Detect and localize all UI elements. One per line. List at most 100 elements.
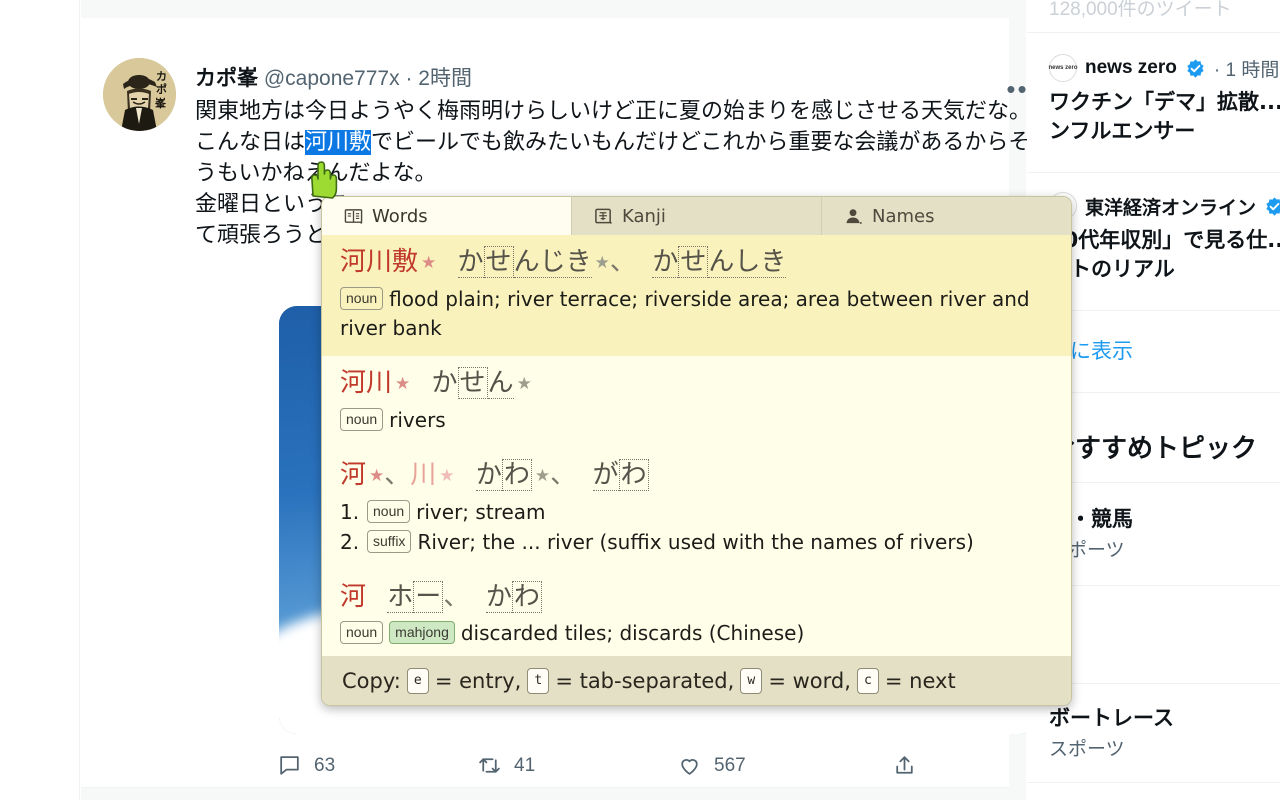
copy-key-t[interactable]: t: [527, 667, 550, 694]
sense-text: River; the ... river (suffix used with t…: [417, 530, 974, 554]
dictionary-entry[interactable]: 河川敷 ★ かせんじき ★、 かせんしき noun flood plain; rive…: [322, 235, 1071, 356]
copy-key-w[interactable]: w: [740, 667, 763, 694]
tweet-timestamp[interactable]: 2時間: [418, 67, 472, 90]
part-of-speech-tag: noun: [340, 621, 384, 644]
news-source-name: news zero: [1085, 57, 1177, 78]
topic-category: スポーツ: [1049, 738, 1125, 760]
news-item[interactable]: TK 東洋経済オンライン 30代年収別」で見る仕... ートのリアル: [1049, 192, 1280, 284]
left-nav-gutter: [0, 0, 80, 800]
like-count: 567: [714, 754, 746, 776]
copy-key-e[interactable]: e: [406, 667, 429, 694]
dictionary-entry[interactable]: 河 ★、川 ★ かわ ★、 がわ 1. noun river; stream 2. su…: [322, 448, 1071, 570]
entry-reading: かせん ★: [431, 367, 532, 399]
frequency-star-icon: ★: [369, 466, 385, 486]
topic-item[interactable]: 術・競馬 スポーツ: [1049, 503, 1280, 562]
person-icon: [846, 208, 862, 224]
reply-action[interactable]: 63: [277, 753, 335, 778]
topic-item[interactable]: ボートレース スポーツ: [1049, 702, 1280, 761]
entry-sense: 1. noun river; stream: [340, 497, 1053, 527]
reply-icon: [280, 756, 299, 775]
tab-kanji[interactable]: Kanji: [572, 197, 822, 235]
entry-definition: flood plain; river terrace; riverside ar…: [340, 287, 1030, 340]
copy-desc-entry: = entry,: [434, 668, 522, 693]
frequency-star-icon: ★: [439, 466, 455, 486]
copy-desc-next: = next: [884, 668, 956, 693]
frequency-star-icon: ★: [534, 466, 551, 486]
entry-headline: 河 ホー、 かわ: [340, 580, 1053, 614]
topic-category: スポーツ: [1049, 539, 1125, 561]
entry-definition-block: noun flood plain; river terrace; riversid…: [340, 285, 1053, 343]
dictionary-entry-list: 河川敷 ★ かせんじき ★、 かせんしき noun flood plain; rive…: [322, 235, 1071, 661]
news-item[interactable]: news zero news zero · 1 時間前 ワクチン「デマ」拡散..…: [1049, 54, 1280, 146]
tweet-display-name[interactable]: カポ峯: [195, 67, 258, 90]
tab-words[interactable]: Words: [322, 197, 572, 235]
field-tag: mahjong: [389, 621, 455, 644]
verified-badge-icon: [1266, 196, 1280, 216]
retweet-count: 41: [514, 754, 536, 776]
selected-word-highlight[interactable]: 河川敷: [305, 130, 372, 155]
retweet-action[interactable]: 41: [477, 753, 535, 778]
news-source-row: news zero news zero · 1 時間前: [1049, 54, 1280, 82]
topic-name: 術・競馬: [1049, 507, 1133, 531]
news-source-name: 東洋経済オンライン: [1085, 197, 1257, 219]
entry-definition: rivers: [389, 408, 446, 432]
entry-definition-block: noun rivers: [340, 406, 1053, 435]
frequency-star-icon: ★: [594, 253, 610, 273]
popup-tab-bar: Words Kanji Names: [322, 197, 1071, 235]
avatar[interactable]: カ ポ 峯: [103, 58, 176, 131]
book-icon: [344, 208, 363, 224]
copy-key-c[interactable]: c: [856, 667, 879, 694]
heart-icon: [681, 759, 698, 775]
copy-hint-bar: Copy: e = entry, t = tab-separated, w = …: [322, 656, 1071, 705]
news-logo-text: news zero: [1048, 65, 1078, 71]
divider: [1027, 782, 1280, 783]
tweet-action-bar: 63 41 567: [277, 753, 937, 789]
frequency-star-icon: ★: [395, 374, 411, 394]
entry-reading: ホー、 かわ: [387, 581, 542, 613]
entry-kanji: 河: [340, 460, 367, 490]
entry-definition-block: noun mahjong discarded tiles; discards (Ch…: [340, 619, 1053, 648]
news-title-line: ワクチン「デマ」拡散...: [1049, 90, 1280, 114]
dictionary-entry[interactable]: 河川 ★ かせん ★ noun rivers: [322, 356, 1071, 448]
topics-heading: おすすめトピック: [1049, 434, 1258, 464]
share-icon: [896, 756, 913, 774]
entry-reading: かわ ★、 がわ: [475, 459, 649, 491]
divider: [1027, 32, 1280, 33]
share-action[interactable]: [892, 753, 917, 778]
entry-sense-list: 1. noun river; stream 2. suffix River; the…: [340, 497, 1053, 557]
frequency-star-icon: ★: [516, 374, 532, 394]
sense-number: 1.: [340, 500, 360, 524]
topic-category: 物: [1049, 607, 1280, 634]
entry-kanji: 川: [410, 460, 437, 490]
entry-headline: 河川敷 ★ かせんじき ★、 かせんしき: [340, 245, 1053, 280]
entry-definition: discarded tiles; discards (Chinese): [460, 621, 805, 645]
topic-name: ボートレース: [1049, 706, 1174, 730]
tab-names[interactable]: Names: [822, 197, 1071, 235]
news-age: · 1 時間前: [1213, 59, 1280, 81]
entry-kanji: 河川: [340, 368, 393, 398]
sense-text: river; stream: [416, 500, 546, 524]
copy-desc-word: = word,: [768, 668, 851, 693]
topic-item[interactable]: 物: [1049, 605, 1280, 634]
retweet-icon: [479, 758, 500, 773]
entry-sense: 2. suffix River; the ... river (suffix us…: [340, 527, 1053, 557]
part-of-speech-tag: suffix: [367, 530, 412, 553]
like-action[interactable]: 567: [677, 753, 746, 778]
news-title-line: ートのリアル: [1049, 257, 1175, 281]
copy-desc-tab: = tab-separated,: [555, 668, 735, 693]
news-title-line: 30代年収別」で見る仕...: [1049, 228, 1280, 252]
dictionary-entry[interactable]: 河 ホー、 かわ noun mahjong discarded tiles; dis…: [322, 570, 1071, 661]
dictionary-popup[interactable]: Words Kanji Names 河川敷 ★ かせんじき ★、 かせんしき n…: [321, 196, 1072, 706]
entry-headline: 河川 ★ かせん ★: [340, 366, 1053, 401]
copy-label: Copy:: [342, 668, 401, 693]
tab-names-label: Names: [872, 205, 935, 227]
trend-tweet-count: 128,000件のツイート: [1049, 0, 1232, 20]
tweet-header: カポ峯 @capone777x · 2時間: [195, 66, 955, 92]
divider: [1027, 172, 1280, 173]
news-source-row: TK 東洋経済オンライン: [1049, 192, 1280, 220]
kanji-card-icon: [595, 208, 612, 224]
sense-number: 2.: [340, 530, 360, 554]
svg-text:峯: 峯: [154, 96, 167, 110]
tweet-handle[interactable]: @capone777x: [264, 67, 400, 90]
news-logo-icon: news zero: [1048, 54, 1078, 82]
